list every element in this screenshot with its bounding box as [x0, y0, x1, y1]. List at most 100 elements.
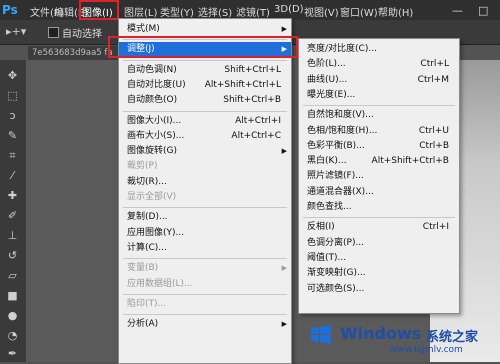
image-menu-item[interactable]: 画布大小(S)... Alt+Ctrl+C	[119, 129, 291, 144]
healing-brush-icon[interactable]: ✚	[4, 188, 21, 203]
submenu-arrow-icon: ▶	[281, 147, 287, 156]
adjust-menu-item[interactable]: 色相/饱和度(H)... Ctrl+U	[299, 124, 459, 139]
adjust-menu-item[interactable]: 曲线(U)... Ctrl+M	[299, 73, 459, 88]
lasso-icon[interactable]: ↄ	[4, 108, 21, 123]
pen-icon[interactable]: ✒	[4, 346, 21, 361]
adjust-menu-item[interactable]: 自然饱和度(V)...	[299, 108, 459, 123]
photoshop-logo: Ps	[2, 3, 18, 17]
brush-icon[interactable]: ✐	[4, 208, 21, 223]
image-menu-item-label: 画布大小(S)...	[127, 130, 185, 141]
marquee-icon[interactable]: ⬚	[4, 88, 21, 103]
image-menu-item[interactable]: 自动色调(N) Shift+Ctrl+L	[119, 63, 291, 78]
adjust-menu-item-label: 亮度/对比度(C)...	[307, 44, 377, 54]
windows-logo-icon	[311, 325, 331, 344]
menu-window[interactable]: 窗口(W)	[340, 4, 378, 19]
adjust-menu-item-label: 照片滤镜(F)...	[307, 171, 364, 182]
tools-panel: ✥ ⬚ ↄ ✎ ⌗ ⁄ ✚ ✐ ⊥ ↺ ▱ ■ ● ◔ ✒	[0, 60, 26, 362]
menu-separator	[303, 217, 455, 219]
gradient-icon[interactable]: ■	[4, 288, 21, 303]
adjust-menu-item[interactable]: 颜色查找...	[299, 200, 459, 215]
image-menu-item[interactable]: 复制(D)...	[119, 210, 291, 225]
image-menu-item[interactable]: 自动对比度(U) Alt+Shift+Ctrl+L	[119, 78, 291, 93]
menu-select[interactable]: 选择(S)	[198, 4, 232, 19]
menu-type[interactable]: 类型(Y)	[160, 4, 194, 19]
adjust-menu-item-label: 渐变映射(G)...	[307, 268, 366, 279]
image-menu-item[interactable]: 图像旋转(G) ▶	[119, 144, 291, 159]
image-menu-annotation-box	[79, 0, 119, 20]
blur-icon[interactable]: ●	[4, 308, 21, 323]
adjust-menu-item[interactable]: 曝光度(E)...	[299, 88, 459, 103]
image-menu-item-label: 计算(C)...	[127, 242, 167, 253]
menu-separator	[123, 293, 287, 295]
image-menu-item-label: 裁剪(P)	[127, 161, 158, 172]
shortcut-text: Alt+Shift+Ctrl+B	[371, 156, 449, 167]
adjust-menu-item-label: 通道混合器(X)...	[307, 186, 374, 197]
watermark-cn: 系统之家	[426, 330, 479, 345]
adjust-annotation-box	[108, 36, 298, 58]
watermark: Windows 系统之家 www.bjjmlv.com	[298, 318, 498, 358]
minimize-icon[interactable]: —	[452, 4, 463, 17]
image-menu-item[interactable]: 模式(M) ▶	[119, 22, 291, 37]
menu-separator	[303, 105, 455, 107]
image-menu-item: 应用数据组(L)...	[119, 277, 291, 292]
adjust-menu-item-label: 色彩平衡(B)...	[307, 140, 365, 151]
auto-select-checkbox[interactable]	[48, 27, 59, 38]
image-menu-item[interactable]: 图像大小(I)... Alt+Ctrl+I	[119, 114, 291, 129]
adjust-menu-item[interactable]: 色调分离(P)...	[299, 236, 459, 251]
adjust-menu-item-label: 自然饱和度(V)...	[307, 110, 374, 121]
adjust-menu-item[interactable]: 色阶(L)... Ctrl+L	[299, 57, 459, 72]
image-menu-item-label: 陷印(T)...	[127, 298, 167, 309]
adjust-menu-item[interactable]: 通道混合器(X)...	[299, 185, 459, 200]
move-tool-icon[interactable]: ▸+▾	[6, 25, 26, 38]
menu-3d[interactable]: 3D(D)	[274, 4, 304, 15]
image-menu-item: 陷印(T)...	[119, 297, 291, 312]
image-menu-item-label: 模式(M)	[127, 24, 160, 34]
adjust-menu-item-label: 反相(I)	[307, 222, 335, 233]
maximize-icon[interactable]: □	[478, 4, 488, 17]
move-icon[interactable]: ✥	[4, 68, 21, 83]
eraser-icon[interactable]: ▱	[4, 268, 21, 283]
adjust-menu-item-label: 阈值(T)...	[307, 252, 347, 263]
shortcut-text: Shift+Ctrl+B	[223, 95, 281, 106]
image-menu-item[interactable]: 自动颜色(O) Shift+Ctrl+B	[119, 93, 291, 108]
adjust-menu-item[interactable]: 反相(I) Ctrl+I	[299, 220, 459, 235]
image-menu-item[interactable]: 分析(A) ▶	[119, 317, 291, 332]
submenu-arrow-icon: ▶	[281, 25, 287, 33]
adjust-menu-item-label: 曝光度(E)...	[307, 89, 356, 100]
crop-icon[interactable]: ⌗	[4, 148, 21, 163]
menu-help[interactable]: 帮助(H)	[378, 4, 413, 19]
submenu-arrow-icon: ▶	[281, 320, 287, 329]
menu-separator	[123, 110, 287, 112]
submenu-arrow-icon: ▶	[281, 264, 287, 273]
adjust-menu-item[interactable]: 阈值(T)...	[299, 251, 459, 266]
history-brush-icon[interactable]: ↺	[4, 248, 21, 263]
adjust-submenu: 亮度/对比度(C)... 色阶(L)... Ctrl+L 曲线(U)... Ctrl+M…	[298, 38, 460, 314]
clone-stamp-icon[interactable]: ⊥	[4, 228, 21, 243]
menu-view[interactable]: 视图(V)	[304, 4, 339, 19]
shortcut-text: Alt+Ctrl+I	[235, 115, 281, 126]
shortcut-text: Alt+Shift+Ctrl+L	[204, 79, 281, 90]
adjust-menu-item[interactable]: 亮度/对比度(C)...	[299, 42, 459, 57]
quick-select-icon[interactable]: ✎	[4, 128, 21, 143]
image-menu-item-label: 应用数据组(L)...	[127, 278, 193, 289]
adjust-menu-item[interactable]: 黑白(K)... Alt+Shift+Ctrl+B	[299, 154, 459, 169]
adjust-menu-item[interactable]: 色彩平衡(B)... Ctrl+B	[299, 139, 459, 154]
adjust-menu-item[interactable]: 渐变映射(G)...	[299, 266, 459, 281]
image-menu-item[interactable]: 应用图像(Y)...	[119, 226, 291, 241]
menu-layer[interactable]: 图层(L)	[124, 4, 157, 19]
adjust-menu-item-label: 黑白(K)...	[307, 156, 347, 167]
shortcut-text: Ctrl+L	[420, 59, 449, 70]
image-menu-item: 变量(B) ▶	[119, 261, 291, 276]
image-menu-item[interactable]: 裁切(R)...	[119, 175, 291, 190]
watermark-url: www.bjjmlv.com	[390, 345, 463, 355]
eyedropper-icon[interactable]: ⁄	[4, 168, 21, 183]
image-menu-item-label: 自动色调(N)	[127, 64, 177, 75]
menu-separator	[123, 207, 287, 209]
shortcut-text: Ctrl+B	[419, 140, 449, 151]
adjust-menu-item[interactable]: 照片滤镜(F)...	[299, 169, 459, 184]
dodge-icon[interactable]: ◔	[4, 328, 21, 343]
menu-filter[interactable]: 滤镜(T)	[236, 4, 270, 19]
shortcut-text: Ctrl+I	[422, 222, 449, 233]
image-menu-item[interactable]: 计算(C)...	[119, 241, 291, 256]
adjust-menu-item[interactable]: 可选颜色(S)...	[299, 282, 459, 297]
